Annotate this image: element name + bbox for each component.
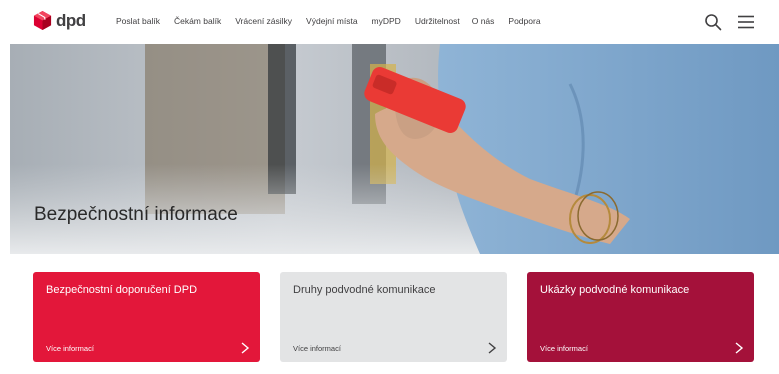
card-title: Druhy podvodné komunikace	[293, 284, 436, 296]
menu-item-vydejni-mista[interactable]: Výdejní místa	[306, 16, 358, 26]
top-navigation: dpd Poslat balík Čekám balík Vrácení zás…	[0, 0, 779, 44]
dpd-logo[interactable]: dpd	[33, 10, 86, 31]
dpd-cube-icon	[33, 11, 52, 30]
hero-banner: Bezpečnostní informace	[10, 44, 779, 254]
menu-item-vraceni-zasilky[interactable]: Vrácení zásilky	[235, 16, 292, 26]
card-link[interactable]: Více informací	[293, 344, 341, 353]
menu-item-mydpd[interactable]: myDPD	[372, 16, 401, 26]
menu-icon[interactable]	[737, 13, 755, 31]
menu-item-cekam-balik[interactable]: Čekám balík	[174, 16, 221, 26]
logo-wordmark: dpd	[56, 10, 86, 30]
chevron-right-icon	[735, 342, 744, 354]
menu-item-udrzitelnost[interactable]: Udržitelnost	[415, 16, 460, 26]
card-link[interactable]: Více informací	[46, 344, 94, 353]
card-title: Bezpečnostní doporučení DPD	[46, 284, 198, 296]
menu-item-poslat-balik[interactable]: Poslat balík	[116, 16, 160, 26]
main-menu: Poslat balík Čekám balík Vrácení zásilky…	[116, 16, 541, 26]
search-icon[interactable]	[704, 13, 722, 31]
card-title: Ukázky podvodné komunikace	[540, 284, 690, 296]
chevron-right-icon	[241, 342, 250, 354]
card-druhy-podvodne-komunikace[interactable]: Druhy podvodné komunikace Více informací	[280, 272, 507, 362]
card-bezpecnostni-doporuceni[interactable]: Bezpečnostní doporučení DPD Více informa…	[33, 272, 260, 362]
card-link[interactable]: Více informací	[540, 344, 588, 353]
menu-item-podpora[interactable]: Podpora	[508, 16, 540, 26]
chevron-right-icon	[488, 342, 497, 354]
menu-item-o-nas[interactable]: O nás	[472, 16, 495, 26]
hero-title: Bezpečnostní informace	[34, 204, 238, 225]
card-ukazky-podvodne-komunikace[interactable]: Ukázky podvodné komunikace Více informac…	[527, 272, 754, 362]
